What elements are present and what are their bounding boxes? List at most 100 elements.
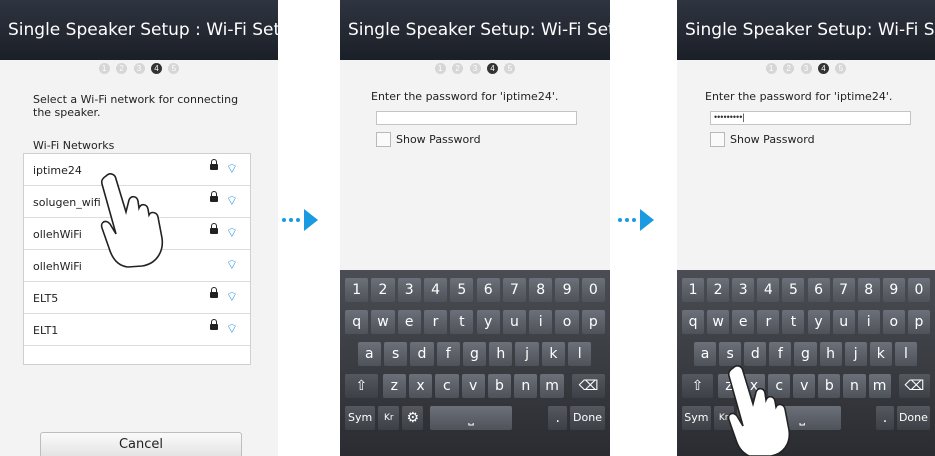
- key-b[interactable]: b: [487, 374, 512, 398]
- key-2[interactable]: 2: [707, 278, 730, 302]
- backspace-key[interactable]: ⌫: [572, 374, 605, 398]
- key-3[interactable]: 3: [397, 278, 421, 302]
- key-v[interactable]: v: [461, 374, 485, 398]
- step-dot-active: 4: [817, 63, 829, 75]
- show-password-checkbox[interactable]: [376, 132, 391, 147]
- key-p[interactable]: p: [907, 310, 930, 334]
- key-p[interactable]: p: [581, 310, 605, 334]
- key-i[interactable]: i: [857, 310, 880, 334]
- key-k[interactable]: k: [869, 342, 892, 366]
- key-t[interactable]: t: [450, 310, 474, 334]
- wifi-network-item[interactable]: ELT1 ⌔: [24, 314, 250, 346]
- key-8[interactable]: 8: [857, 278, 880, 302]
- key-0[interactable]: 0: [907, 278, 930, 302]
- key-q[interactable]: q: [682, 310, 705, 334]
- wifi-signal-icon: ⌔: [225, 193, 238, 208]
- key-9[interactable]: 9: [882, 278, 905, 302]
- instruction-text: Select a Wi-Fi network for connecting th…: [33, 93, 238, 119]
- key-c[interactable]: c: [435, 374, 459, 398]
- period-key[interactable]: .: [876, 406, 894, 430]
- key-o[interactable]: o: [882, 310, 905, 334]
- key-w[interactable]: w: [371, 310, 395, 334]
- step-dot: 1: [98, 63, 110, 75]
- network-name: ELT5: [33, 292, 59, 305]
- key-1[interactable]: 1: [682, 278, 705, 302]
- period-key[interactable]: .: [548, 406, 568, 430]
- step-dot: 5: [835, 63, 847, 75]
- key-k[interactable]: k: [541, 342, 566, 366]
- done-key[interactable]: Done: [896, 406, 930, 430]
- key-d[interactable]: d: [410, 342, 434, 366]
- password-prompt: Enter the password for 'iptime24'.: [371, 90, 559, 103]
- step-dot: 1: [434, 63, 446, 75]
- key-h[interactable]: h: [819, 342, 842, 366]
- network-name: solugen_wifi: [33, 196, 101, 209]
- key-y[interactable]: y: [807, 310, 830, 334]
- key-3[interactable]: 3: [732, 278, 755, 302]
- key-i[interactable]: i: [529, 310, 553, 334]
- key-n[interactable]: n: [843, 374, 866, 398]
- shift-key[interactable]: ⇧: [682, 374, 713, 398]
- key-5[interactable]: 5: [782, 278, 805, 302]
- space-key[interactable]: ⎵: [430, 406, 512, 430]
- key-m[interactable]: m: [540, 374, 564, 398]
- key-6[interactable]: 6: [807, 278, 830, 302]
- key-y[interactable]: y: [476, 310, 500, 334]
- key-w[interactable]: w: [707, 310, 730, 334]
- key-f[interactable]: f: [436, 342, 460, 366]
- done-key[interactable]: Done: [570, 406, 605, 430]
- key-j[interactable]: j: [515, 342, 539, 366]
- step-dot: 2: [783, 63, 795, 75]
- wifi-network-item[interactable]: ELT5 ⌔: [24, 282, 250, 314]
- key-z[interactable]: z: [382, 374, 406, 398]
- key-l[interactable]: l: [894, 342, 917, 366]
- key-m[interactable]: m: [868, 374, 891, 398]
- key-0[interactable]: 0: [581, 278, 605, 302]
- key-2[interactable]: 2: [371, 278, 395, 302]
- key-4[interactable]: 4: [423, 278, 448, 302]
- key-6[interactable]: 6: [476, 278, 500, 302]
- key-j[interactable]: j: [844, 342, 867, 366]
- key-e[interactable]: e: [732, 310, 755, 334]
- key-r[interactable]: r: [757, 310, 780, 334]
- sym-key[interactable]: Sym: [682, 406, 711, 430]
- key-n[interactable]: n: [514, 374, 538, 398]
- shift-key[interactable]: ⇧: [345, 374, 378, 398]
- key-g[interactable]: g: [794, 342, 817, 366]
- language-key[interactable]: Kr: [378, 406, 400, 430]
- key-a[interactable]: a: [357, 342, 381, 366]
- key-a[interactable]: a: [694, 342, 717, 366]
- backspace-key[interactable]: ⌫: [899, 374, 930, 398]
- key-e[interactable]: e: [397, 310, 421, 334]
- key-x[interactable]: x: [408, 374, 433, 398]
- key-b[interactable]: b: [818, 374, 841, 398]
- password-input[interactable]: [376, 111, 577, 125]
- key-q[interactable]: q: [345, 310, 369, 334]
- key-1[interactable]: 1: [345, 278, 369, 302]
- page-title: Single Speaker Setup : Wi-Fi Setup: [8, 20, 278, 40]
- key-h[interactable]: h: [489, 342, 513, 366]
- key-7[interactable]: 7: [502, 278, 527, 302]
- key-u[interactable]: u: [502, 310, 527, 334]
- title-bar: Single Speaker Setup : Wi-Fi Setup: [0, 0, 278, 60]
- key-s[interactable]: s: [383, 342, 408, 366]
- step-dot: 5: [504, 63, 516, 75]
- key-v[interactable]: v: [793, 374, 816, 398]
- password-input[interactable]: •••••••••|: [710, 111, 911, 125]
- key-g[interactable]: g: [462, 342, 487, 366]
- key-o[interactable]: o: [555, 310, 579, 334]
- key-7[interactable]: 7: [832, 278, 855, 302]
- key-5[interactable]: 5: [450, 278, 474, 302]
- key-t[interactable]: t: [782, 310, 805, 334]
- key-8[interactable]: 8: [529, 278, 553, 302]
- sym-key[interactable]: Sym: [345, 406, 376, 430]
- key-4[interactable]: 4: [757, 278, 780, 302]
- step-dot: 3: [800, 63, 812, 75]
- settings-key[interactable]: ⚙: [402, 406, 424, 430]
- key-9[interactable]: 9: [555, 278, 579, 302]
- show-password-checkbox[interactable]: [710, 132, 725, 147]
- key-r[interactable]: r: [423, 310, 448, 334]
- key-l[interactable]: l: [568, 342, 592, 366]
- cancel-button[interactable]: Cancel: [40, 432, 242, 456]
- key-u[interactable]: u: [832, 310, 855, 334]
